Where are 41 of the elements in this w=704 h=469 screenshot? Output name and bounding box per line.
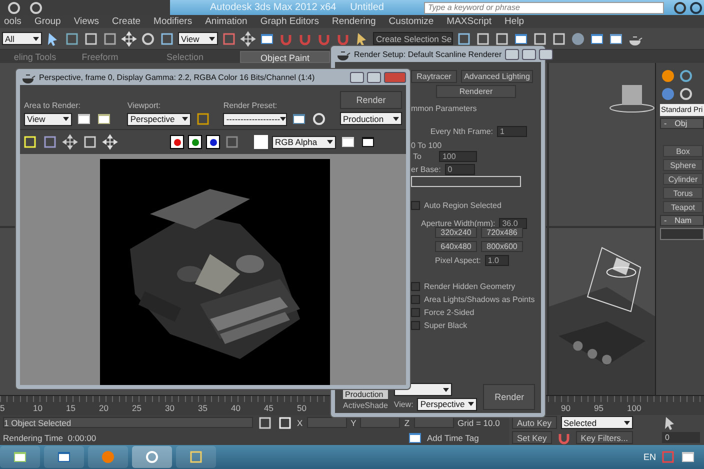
- frame-number: 40: [231, 403, 240, 413]
- range-text: 0 To 100: [411, 140, 442, 150]
- frame-number: 25: [132, 403, 142, 413]
- field-label: Aperture Width(mm):: [421, 218, 496, 228]
- frame-number: 95: [594, 403, 604, 413]
- window-title: Autodesk 3ds Max 2012 x64 Untitled: [209, 2, 385, 13]
- field-label: To: [413, 152, 422, 161]
- checkbox-label: Auto Region Selected: [424, 200, 502, 210]
- frame-number: 90: [561, 403, 570, 413]
- collapse-sign: -: [664, 119, 667, 128]
- field-label: Every Nth Frame:: [430, 126, 493, 136]
- field-label: Area to Render:: [24, 101, 82, 110]
- frame-number: 35: [198, 403, 208, 413]
- checkbox-label: Render Hidden Geometry: [424, 282, 516, 290]
- collapse-sign: -: [664, 216, 667, 225]
- frame-number: 20: [99, 403, 108, 413]
- frame-number: 100: [627, 403, 642, 413]
- frame-number: 10: [33, 403, 42, 413]
- frame-number: 5: [0, 403, 5, 413]
- frame-number: 30: [165, 403, 174, 413]
- field-label: Viewport:: [127, 101, 162, 110]
- window-title: Perspective, frame 0, Display Gamma: 2.2, RGBA Color 16 Bits/Channel (1:4): [39, 72, 316, 82]
- field-label: Render Preset:: [223, 101, 278, 110]
- x-label: X: [297, 418, 303, 428]
- frame-number: 50: [297, 403, 306, 413]
- frame-number: 45: [264, 403, 274, 413]
- field-label: Pixel Aspect:: [435, 256, 481, 265]
- field-label: er Base:: [411, 164, 441, 174]
- z-label: Z: [404, 418, 410, 428]
- rendering-time: Rendering Time 0:00:00: [3, 432, 98, 442]
- grid-size: Grid = 10.0: [458, 418, 500, 428]
- checkbox-label: Super Black: [424, 320, 468, 330]
- window-title: Render Setup: Default Scanline Renderer: [354, 50, 502, 58]
- rollout-title: Obj: [674, 119, 688, 128]
- field-label: View:: [394, 400, 414, 408]
- rollout-title: Nam: [674, 216, 692, 225]
- checkbox-label: Force 2-Sided: [424, 308, 474, 316]
- y-label: Y: [350, 418, 356, 428]
- frame-number: 15: [66, 403, 76, 413]
- rollout-title: mmon Parameters: [411, 104, 478, 115]
- checkbox-label: Area Lights/Shadows as Points: [424, 294, 535, 304]
